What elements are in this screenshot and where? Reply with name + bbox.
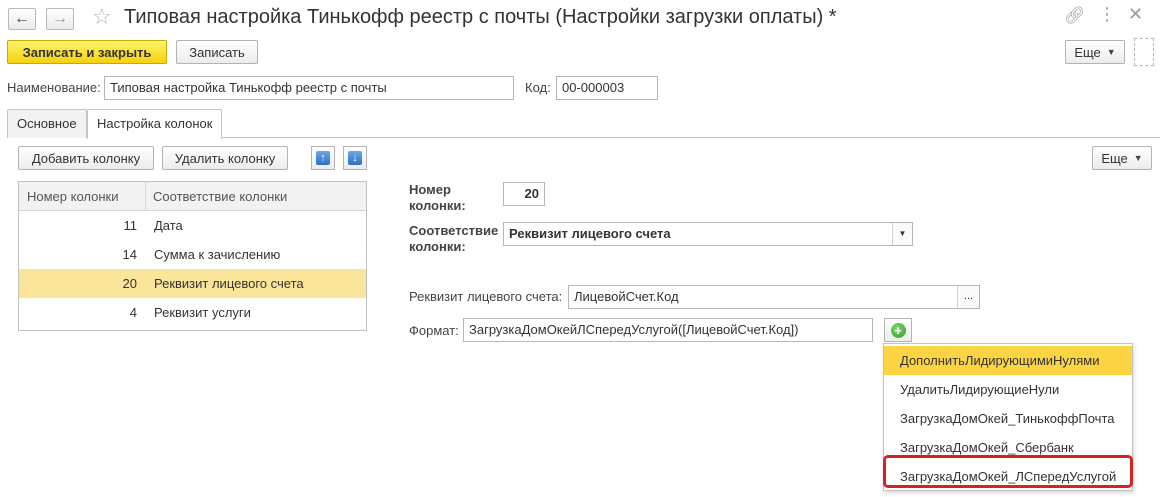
column-number-label-line2: колонки: [409, 198, 466, 213]
more-button[interactable]: Еще ▼ [1065, 40, 1125, 64]
forward-button[interactable]: → [46, 8, 74, 30]
format-label: Формат: [409, 323, 459, 338]
tab-column-settings[interactable]: Настройка колонок [87, 109, 223, 139]
more-icon[interactable]: ⋮ [1098, 4, 1116, 25]
table-row[interactable]: 11 Дата [19, 211, 366, 240]
arrow-up-icon: ↑ [316, 151, 330, 165]
column-number-label-line1: Номер [409, 182, 451, 197]
save-button[interactable]: Записать [176, 40, 258, 64]
move-down-button[interactable]: ↓ [343, 146, 367, 170]
table-row-selected[interactable]: 20 Реквизит лицевого счета [19, 269, 366, 298]
save-and-close-button[interactable]: Записать и закрыть [7, 40, 167, 64]
column-match-select[interactable]: Реквизит лицевого счета ▼ [503, 222, 913, 246]
format-field[interactable]: ЗагрузкаДомОкейЛСпередУслугой([ЛицевойСч… [463, 318, 873, 342]
chevron-down-icon: ▼ [1106, 47, 1116, 57]
close-icon[interactable]: ✕ [1128, 4, 1143, 25]
row-number: 11 [123, 218, 138, 233]
code-field[interactable]: 00-000003 [556, 76, 658, 100]
table-header: Номер колонки Соответствие колонки [19, 182, 366, 211]
link-icon[interactable]: 🔗︎ [1064, 6, 1086, 26]
row-match: Реквизит лицевого счета [154, 276, 304, 291]
row-match: Реквизит услуги [154, 305, 251, 320]
column-number-label: Номер колонки: [409, 182, 466, 214]
account-attr-field[interactable]: ЛицевойСчет.Код ... [568, 285, 980, 309]
column-match-label-line2: колонки: [409, 239, 466, 254]
back-arrow-icon: ← [14, 10, 30, 27]
row-number: 14 [122, 247, 137, 262]
window-title: Типовая настройка Тинькофф реестр с почт… [124, 6, 837, 28]
column-match-label-line1: Соответствие [409, 223, 499, 238]
arrow-down-icon: ↓ [348, 151, 362, 165]
code-label: Код: [525, 80, 551, 95]
more-button-label: Еще [1074, 44, 1101, 60]
table-row[interactable]: 14 Сумма к зачислению [19, 240, 366, 269]
tab-main[interactable]: Основное [7, 109, 87, 138]
row-number: 20 [122, 276, 137, 291]
columns-table[interactable]: Номер колонки Соответствие колонки 11 Да… [18, 181, 367, 331]
column-match-label: Соответствие колонки: [409, 223, 498, 255]
header-column-number[interactable]: Номер колонки [19, 182, 119, 211]
table-row[interactable]: 4 Реквизит услуги [19, 298, 366, 327]
account-attr-value: ЛицевойСчет.Код [574, 289, 679, 304]
columns-more-button[interactable]: Еще ▼ [1092, 146, 1152, 170]
forward-arrow-icon: → [52, 10, 68, 27]
help-button[interactable] [1134, 38, 1154, 66]
row-match: Дата [154, 218, 183, 233]
dropdown-arrow-icon[interactable]: ▼ [892, 223, 912, 245]
row-number: 4 [129, 305, 137, 320]
plus-circle-icon: + [890, 322, 906, 338]
header-column-match[interactable]: Соответствие колонки [145, 182, 287, 211]
popup-item-tinkoff-mail[interactable]: ЗагрузкаДомОкей_ТинькоффПочта [884, 404, 1132, 433]
name-label: Наименование: [7, 80, 101, 95]
move-up-button[interactable]: ↑ [311, 146, 335, 170]
delete-column-button[interactable]: Удалить колонку [162, 146, 288, 170]
annotation-highlight-box [883, 455, 1133, 488]
account-attr-label: Реквизит лицевого счета: [409, 289, 563, 304]
add-column-button[interactable]: Добавить колонку [18, 146, 154, 170]
popup-item-pad-zeros[interactable]: ДополнитьЛидирующимиНулями [884, 346, 1132, 375]
back-button[interactable]: ← [8, 8, 36, 30]
popup-item-remove-zeros[interactable]: УдалитьЛидирующиеНули [884, 375, 1132, 404]
ellipsis-icon[interactable]: ... [957, 286, 979, 308]
star-icon[interactable]: ☆ [92, 4, 112, 30]
name-field[interactable]: Типовая настройка Тинькофф реестр с почт… [104, 76, 514, 100]
column-number-field[interactable]: 20 [503, 182, 545, 206]
columns-more-label: Еще [1101, 150, 1128, 166]
column-match-value: Реквизит лицевого счета [509, 226, 671, 241]
chevron-down-icon: ▼ [1133, 153, 1143, 163]
row-match: Сумма к зачислению [154, 247, 281, 262]
add-function-button[interactable]: + [884, 318, 912, 342]
